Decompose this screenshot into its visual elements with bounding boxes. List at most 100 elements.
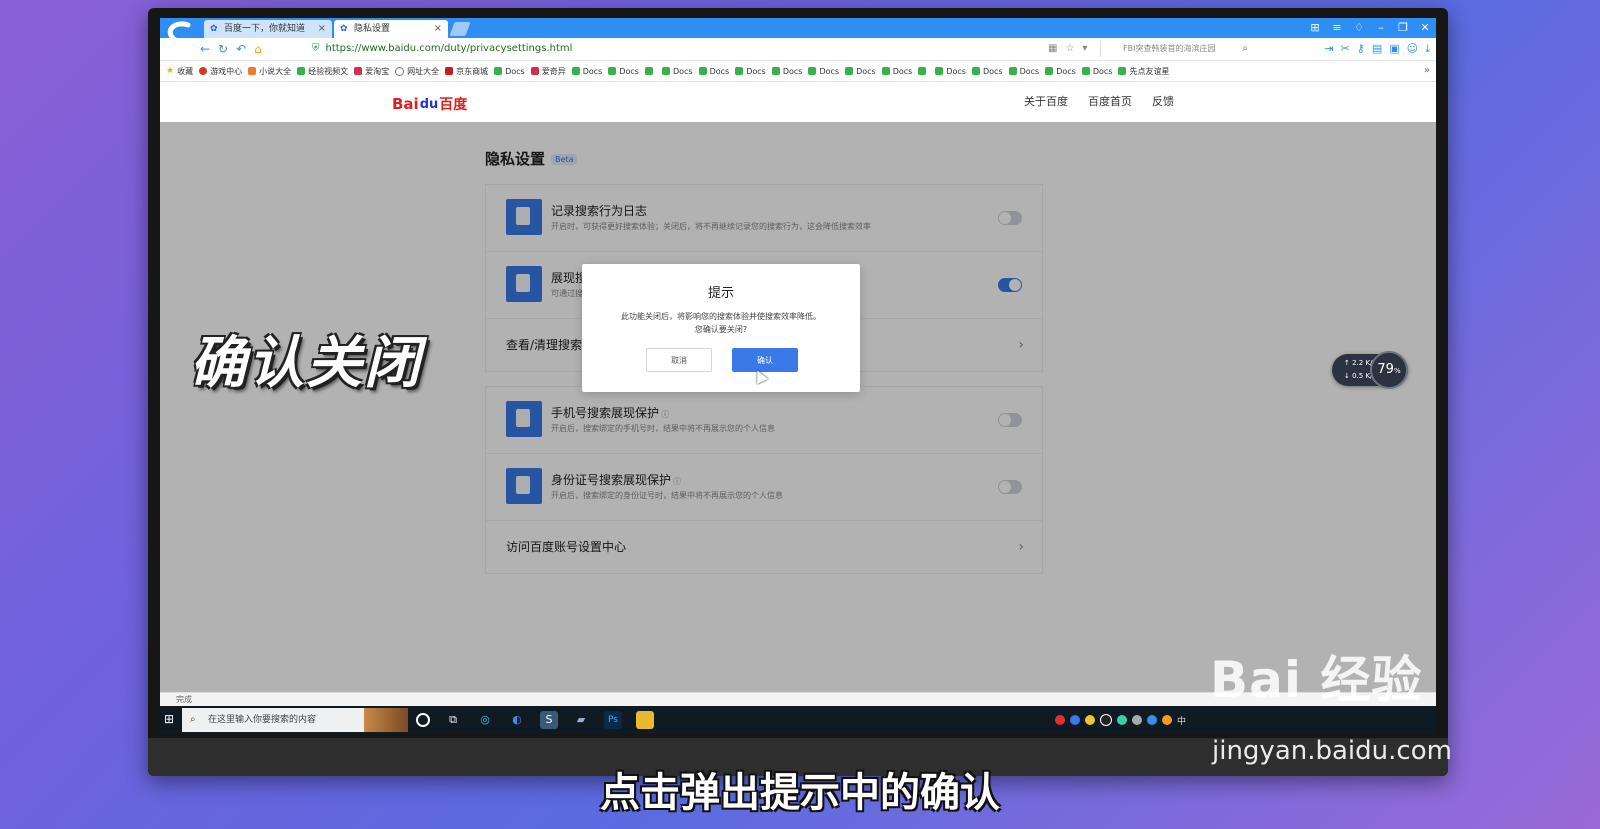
iqiyi-icon [530, 67, 539, 75]
tray-app-icon[interactable] [1085, 715, 1095, 725]
close-icon[interactable]: × [318, 20, 326, 38]
bookmark-item[interactable]: 经验视频文 [297, 66, 348, 77]
cortana-icon[interactable] [416, 713, 430, 727]
bookmark-item[interactable]: 先点友谊星 [1118, 66, 1169, 77]
edge-icon[interactable]: ◐ [508, 711, 526, 729]
bookmark-item[interactable]: Docs [608, 67, 639, 76]
bookmark-item[interactable]: 爱淘宝 [354, 66, 389, 77]
tray-netease-icon[interactable] [1055, 715, 1065, 725]
tab-baidu-home[interactable]: ✿ 百度一下，你就知道 × [204, 20, 332, 38]
window-icon[interactable]: ▣ [1389, 38, 1399, 60]
new-tab-button[interactable] [449, 22, 471, 36]
bookmark-item[interactable]: Docs [845, 67, 876, 76]
scissors-icon[interactable]: ✂ [1341, 38, 1350, 60]
tray-app-icon[interactable] [1117, 715, 1127, 725]
link-about[interactable]: 关于百度 [1024, 82, 1068, 122]
tab-privacy-settings[interactable]: ✿ 隐私设置 × [334, 20, 448, 38]
status-text: 完成 [176, 695, 192, 704]
modal-overlay[interactable] [160, 122, 1436, 692]
toolbar-right: ⇥ ✂ ⚷ ▤ ▣ ☺ ⤓ [1324, 38, 1430, 60]
bookmark-item[interactable]: 游戏中心 [199, 66, 242, 77]
bookmark-item[interactable]: 爱奇异 [530, 66, 566, 77]
doc-icon [935, 67, 944, 75]
tray-shield-icon[interactable] [1147, 715, 1157, 725]
chevron-right-icon[interactable]: » [1424, 61, 1430, 81]
doc-icon [608, 67, 617, 75]
bookmark-item[interactable]: Docs [971, 67, 1003, 76]
search-icon: ⌕ [190, 714, 196, 725]
confirm-button[interactable]: 确认 [732, 348, 798, 372]
search-highlight-image [364, 708, 408, 732]
bookmark-item[interactable]: Docs [935, 67, 966, 76]
bookmark-item[interactable] [644, 67, 656, 75]
bookmark-item[interactable]: Docs [808, 67, 839, 76]
bookmark-item[interactable]: Docs [1008, 67, 1039, 76]
close-icon[interactable]: × [434, 20, 442, 38]
doc-icon [881, 67, 890, 75]
logo-du: du [419, 96, 439, 112]
taskbar-apps: ⧉ ◎ ◐ S ▰ Ps [416, 706, 654, 734]
link-home[interactable]: 百度首页 [1088, 82, 1132, 122]
bookmark-item[interactable]: Docs [735, 67, 766, 76]
key-icon[interactable]: ⚷ [1357, 38, 1365, 60]
task-view-icon[interactable]: ⧉ [444, 711, 462, 729]
browser-app-icon[interactable]: ◎ [476, 711, 494, 729]
bookmark-item[interactable]: Docs [881, 67, 912, 76]
sogou-browser-icon[interactable]: S [540, 711, 558, 729]
bookmark-label: 游戏中心 [210, 66, 243, 76]
bookmark-label: 爱奇异 [541, 66, 566, 76]
tray-app-icon[interactable] [1132, 715, 1142, 725]
bookmark-item[interactable]: Docs [661, 67, 693, 76]
smile-icon[interactable]: ☺ [1407, 38, 1418, 60]
link-feedback[interactable]: 反馈 [1152, 82, 1174, 122]
back-icon[interactable]: ← [200, 38, 210, 60]
doc-icon [1118, 67, 1127, 75]
photoshop-icon[interactable]: Ps [604, 711, 622, 729]
home-icon[interactable]: ⌂ [254, 38, 262, 60]
qr-icon[interactable]: ▦ [1048, 38, 1057, 60]
watermark-logo: Bai 经验 [1210, 651, 1423, 709]
bookmark-item[interactable]: Docs [771, 67, 802, 76]
cancel-button[interactable]: 取消 [646, 348, 712, 372]
menu-icon[interactable]: ≡ [1330, 18, 1344, 38]
url-field[interactable]: ⛨ https://www.baidu.com/duty/privacysetti… [312, 38, 572, 60]
url-text: https://www.baidu.com/duty/privacysettin… [325, 43, 573, 54]
bookmark-label: 网址大全 [407, 66, 440, 76]
undo-icon[interactable]: ↶ [236, 38, 246, 60]
folder-icon[interactable] [636, 711, 654, 729]
star-icon[interactable]: ☆ [1065, 38, 1074, 60]
sidebar-icon[interactable]: ▤ [1372, 38, 1382, 60]
tray-app-icon[interactable] [1162, 715, 1172, 725]
download-icon[interactable]: ⤓ [1425, 38, 1430, 60]
login-icon[interactable]: ⇥ [1324, 38, 1333, 60]
bookmark-item[interactable]: Docs [698, 67, 729, 76]
chevron-down-icon[interactable]: ▾ [1082, 38, 1087, 60]
bookmark-item[interactable]: 小说大全 [248, 66, 291, 77]
close-window-icon[interactable]: ✕ [1418, 18, 1432, 38]
tablet-icon[interactable]: ▰ [572, 711, 590, 729]
doc-icon [918, 67, 927, 75]
bookmark-item[interactable]: ★ 收藏 [166, 66, 193, 77]
bookmark-item[interactable]: Docs [1045, 67, 1076, 76]
bookmark-item[interactable]: Docs [1081, 67, 1112, 76]
skin-icon[interactable]: ♢ [1352, 18, 1366, 38]
restore-icon[interactable]: ❐ [1396, 18, 1410, 38]
bookmark-item[interactable]: Docs [494, 67, 525, 76]
search-icon[interactable]: ⌕ [1242, 41, 1248, 57]
reload-icon[interactable]: ↻ [218, 38, 228, 60]
search-input[interactable]: FBI突查韩装首的海滨庄园 ⌕ [1100, 41, 1250, 57]
tray-tiktok-icon[interactable] [1100, 714, 1112, 726]
bookmark-item[interactable]: Docs [571, 67, 602, 76]
bookmark-item[interactable]: 网址大全 [395, 66, 439, 77]
user-icon[interactable]: ⊞ [1308, 18, 1322, 38]
minimize-icon[interactable]: – [1374, 18, 1388, 38]
bookmark-label: 小说大全 [259, 66, 292, 76]
taskbar-search-input[interactable]: ⌕ 在这里输入你要搜索的内容 [182, 708, 408, 732]
tray-app-icon[interactable] [1070, 715, 1080, 725]
network-speed-widget[interactable]: ↑ 2.2 K/s ↓ 0.5 K/s 79% [1332, 351, 1408, 389]
bookmark-item[interactable] [918, 67, 929, 75]
bookmark-item[interactable]: 京东商城 [445, 66, 488, 77]
baidu-logo[interactable]: Bai du 百度 [392, 92, 467, 116]
tray-ime[interactable]: 中 [1177, 714, 1186, 727]
windows-start-icon[interactable]: ⊞ [164, 712, 178, 726]
